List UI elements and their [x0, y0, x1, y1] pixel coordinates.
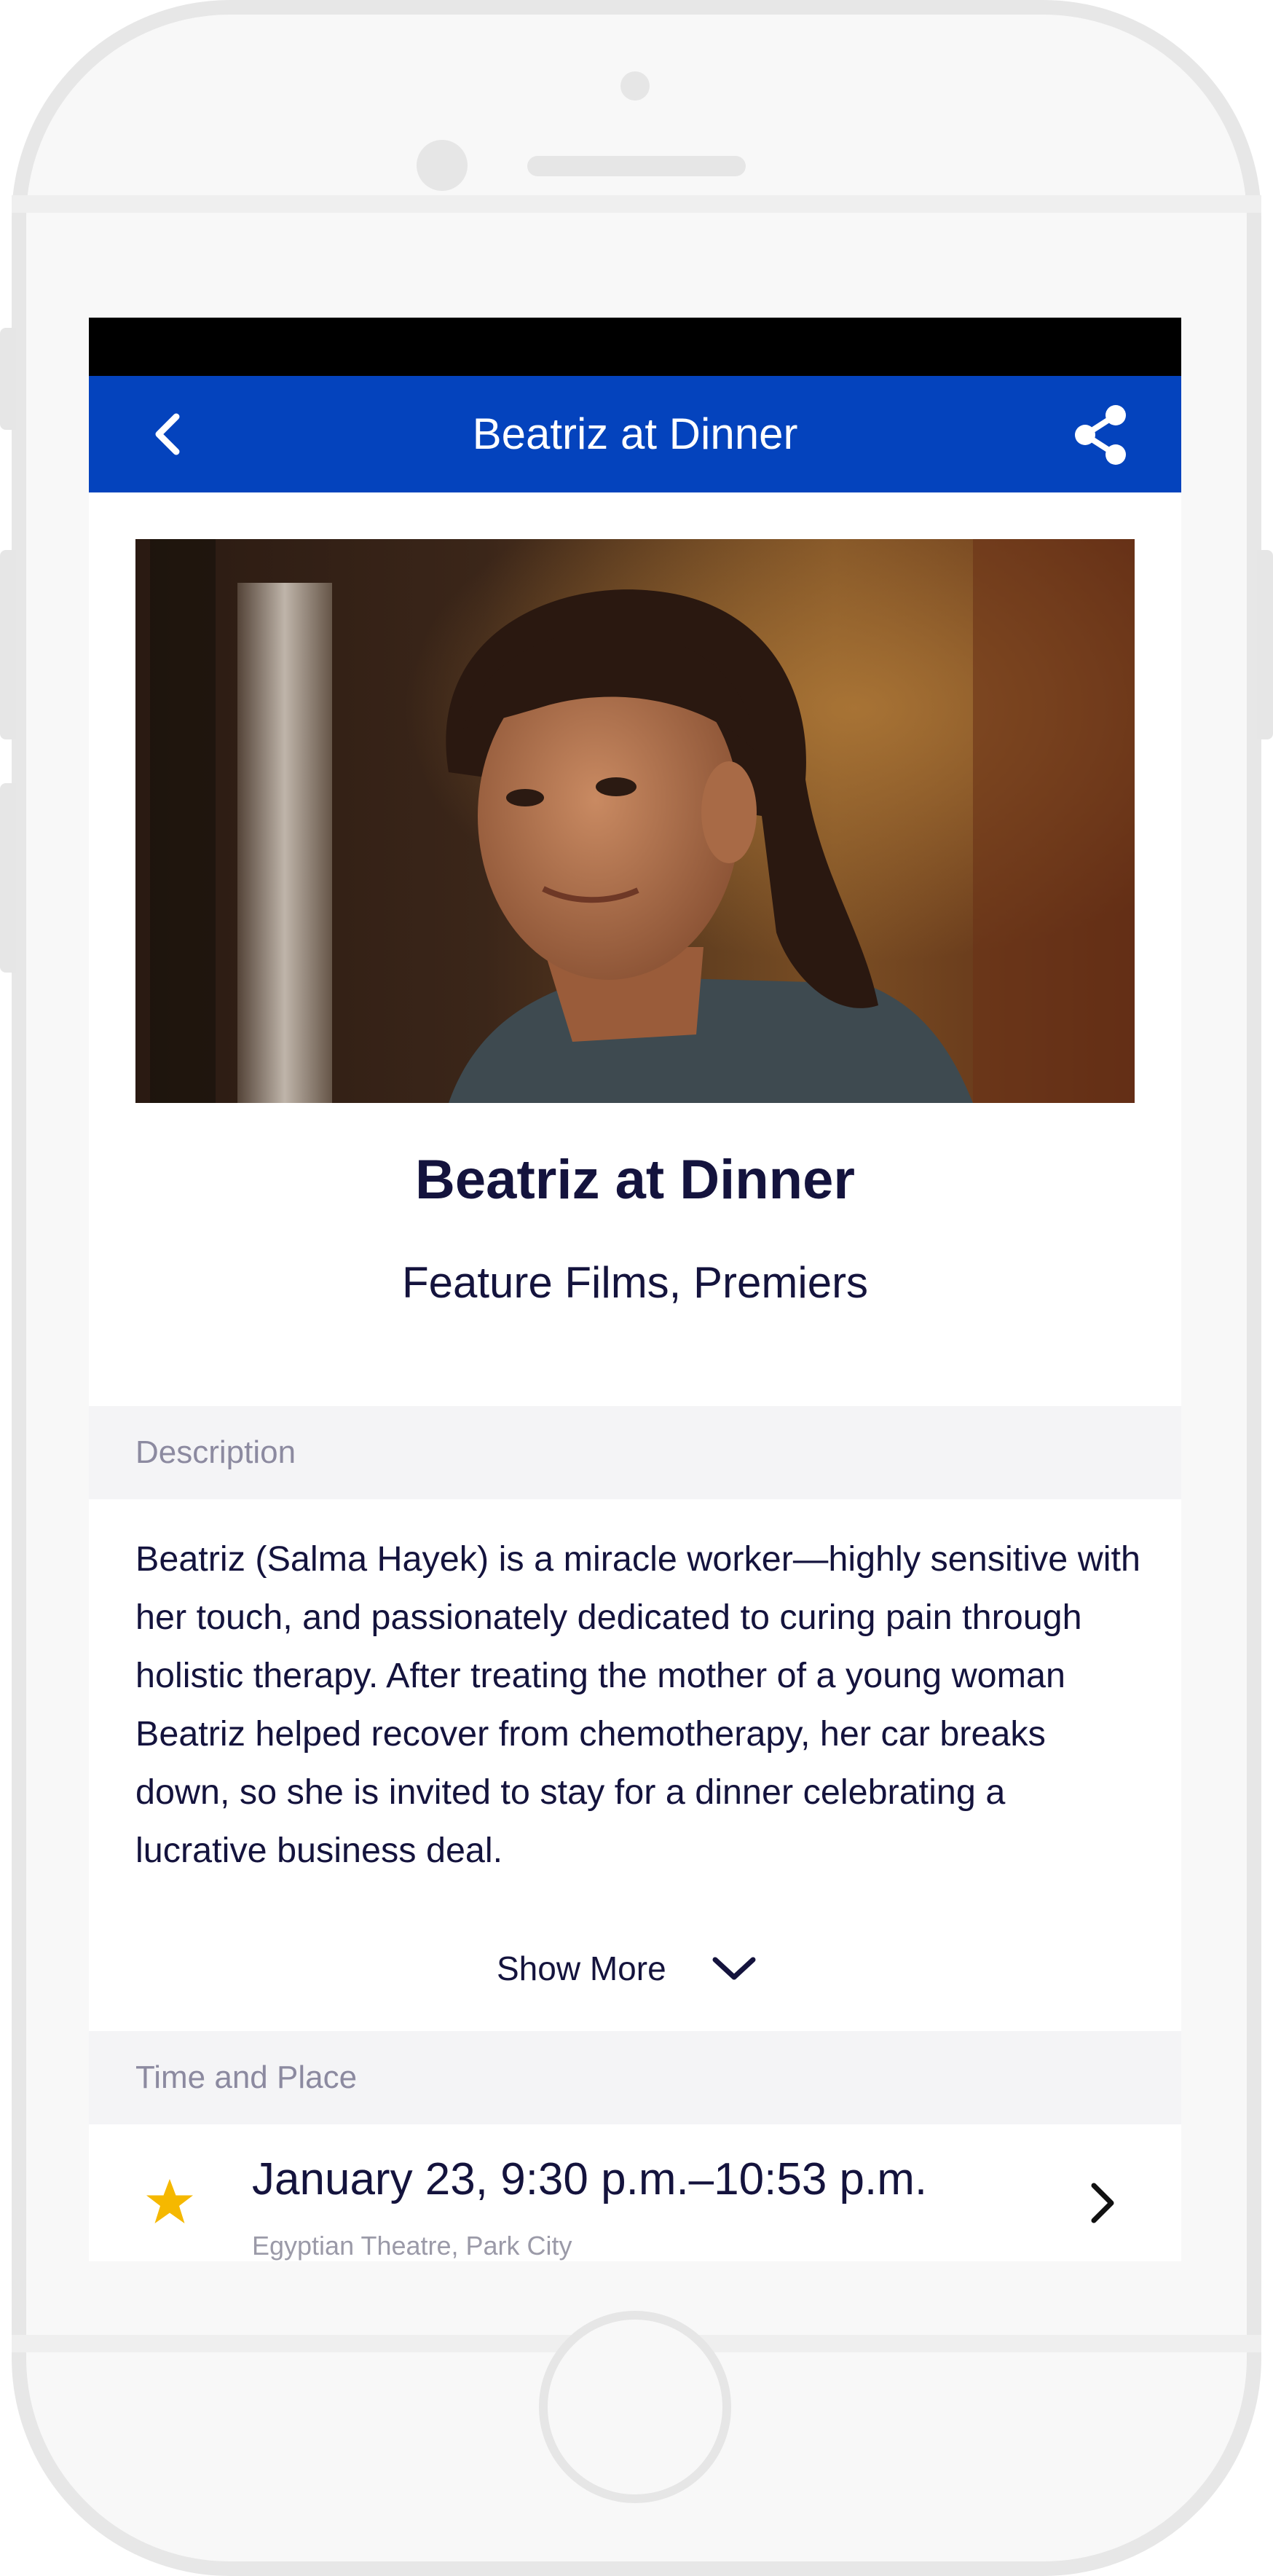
section-header-time-and-place: Time and Place	[89, 2031, 1181, 2124]
share-icon	[1075, 405, 1126, 465]
app-screen: Beatriz at Dinner Beatriz at Dinner Feat…	[89, 318, 1181, 2261]
volume-down-button	[0, 783, 16, 973]
screening-time: January 23, 9:30 p.m.–10:53 p.m.	[252, 2154, 928, 2204]
section-label: Time and Place	[135, 2059, 358, 2095]
proximity-sensor	[620, 71, 650, 101]
antenna-band-top	[12, 195, 1261, 213]
header-title: Beatriz at Dinner	[472, 409, 798, 458]
description-text: Beatriz (Salma Hayek) is a miracle worke…	[135, 1539, 1140, 1870]
film-still-image	[135, 539, 1135, 1103]
chevron-right-icon	[1091, 2183, 1114, 2223]
share-button[interactable]	[1069, 402, 1130, 468]
star-icon[interactable]	[144, 2177, 195, 2228]
back-button[interactable]	[140, 405, 198, 463]
front-camera	[417, 140, 468, 191]
show-more-label: Show More	[497, 1949, 666, 1987]
mute-switch	[0, 328, 16, 430]
power-button	[1257, 550, 1273, 739]
film-title: Beatriz at Dinner	[415, 1149, 855, 1211]
chevron-down-icon	[712, 1957, 756, 1980]
earpiece-speaker	[527, 156, 746, 176]
home-button[interactable]	[539, 2311, 731, 2503]
film-categories: Feature Films, Premiers	[401, 1258, 869, 1307]
screening-row[interactable]: January 23, 9:30 p.m.–10:53 p.m. Egyptia…	[89, 2124, 1181, 2261]
section-header-description: Description	[89, 1406, 1181, 1499]
chevron-left-icon	[155, 413, 180, 455]
status-bar	[89, 318, 1181, 376]
volume-up-button	[0, 550, 16, 739]
section-label: Description	[135, 1434, 296, 1470]
show-more-button[interactable]: Show More	[497, 1939, 803, 1998]
app-header: Beatriz at Dinner	[89, 376, 1181, 492]
screening-venue: Egyptian Theatre, Park City	[252, 2231, 572, 2261]
